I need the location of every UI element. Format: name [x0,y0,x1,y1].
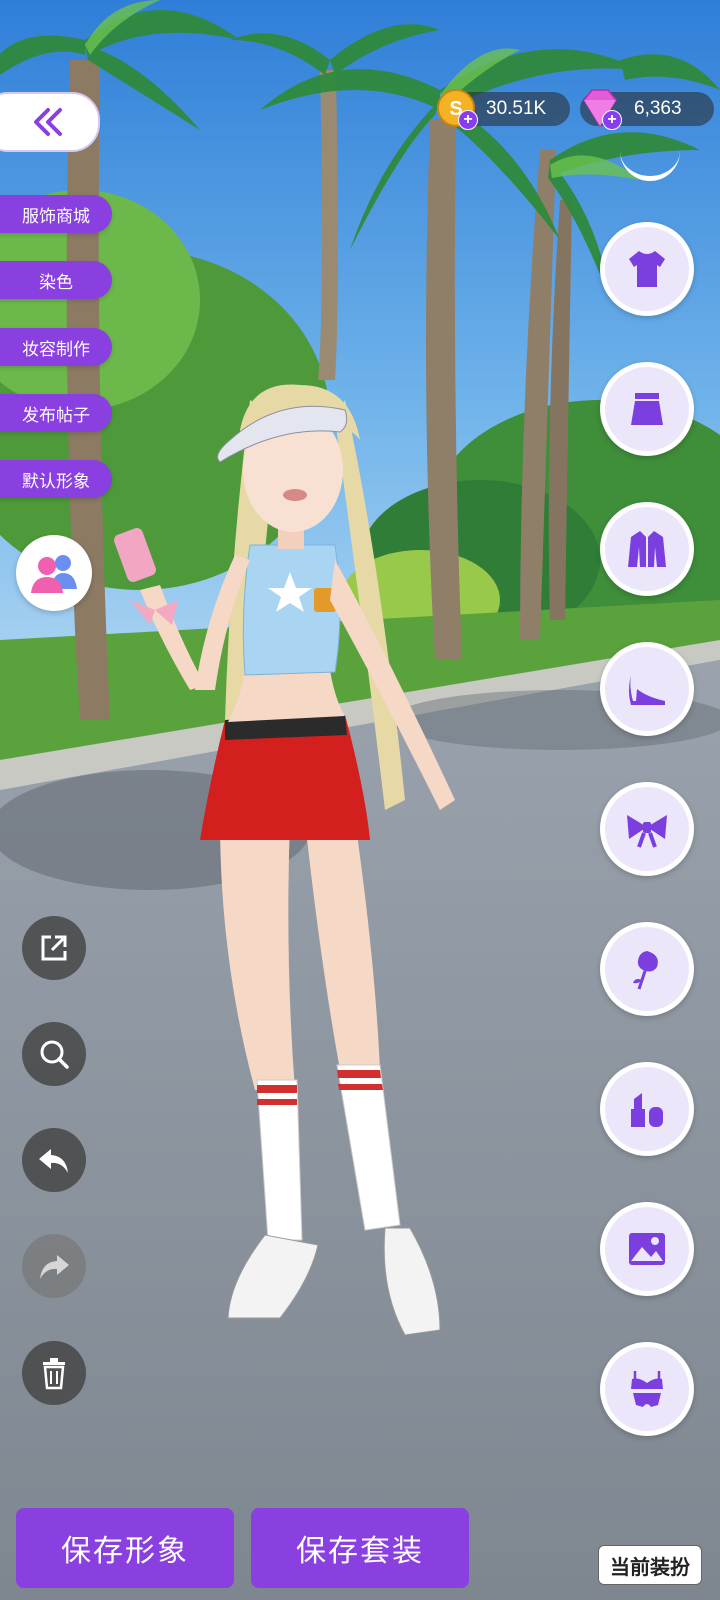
side-menu-post[interactable]: 发布帖子 [0,394,112,432]
redo-icon [40,1255,69,1279]
category-background[interactable] [600,1202,694,1296]
category-jacket[interactable] [600,502,694,596]
tops-icon [629,251,665,287]
side-menu-default-look[interactable]: 默认形象 [0,460,112,498]
zoom-button[interactable] [22,1022,86,1086]
rose-icon [633,951,658,990]
save-look-button[interactable]: 保存形象 [16,1508,234,1588]
current-outfit-label[interactable]: 当前装扮 [598,1545,702,1585]
category-flower[interactable] [600,922,694,1016]
category-accessories[interactable] [600,782,694,876]
redo-button[interactable] [22,1234,86,1298]
bow-icon [627,815,667,848]
lingerie-icon [631,1371,663,1407]
skirt-icon [631,393,663,425]
category-shoes[interactable] [600,642,694,736]
picture-icon [629,1233,665,1265]
back-button[interactable] [0,92,100,152]
side-menu-dye[interactable]: 染色 [0,261,112,299]
undo-icon [39,1149,68,1173]
side-menu-makeup[interactable]: 妆容制作 [0,328,112,366]
jacket-icon [628,531,666,567]
lipstick-icon [631,1093,663,1127]
friends-button[interactable] [16,535,92,611]
gem-counter[interactable]: + 6,363 [580,89,714,130]
add-coins-icon[interactable]: + [458,110,478,130]
save-outfit-button[interactable]: 保存套装 [251,1508,469,1588]
delete-button[interactable] [22,1341,86,1405]
high-heel-icon [629,675,665,705]
gem-amount: 6,363 [634,98,682,119]
double-chevron-left-icon [34,108,62,136]
magnifier-icon [40,1040,69,1069]
trash-icon [43,1358,65,1390]
category-tops[interactable] [600,222,694,316]
share-icon [41,935,67,961]
add-gems-icon[interactable]: + [602,110,622,130]
share-button[interactable] [22,916,86,980]
category-makeup[interactable] [600,1062,694,1156]
undo-button[interactable] [22,1128,86,1192]
category-skirt[interactable] [600,362,694,456]
coin-counter[interactable]: S + 30.51K [437,89,570,130]
side-menu-shop[interactable]: 服饰商城 [0,195,112,233]
friends-icon [31,555,77,593]
category-underwear[interactable] [600,1342,694,1436]
coin-amount: 30.51K [486,98,547,119]
